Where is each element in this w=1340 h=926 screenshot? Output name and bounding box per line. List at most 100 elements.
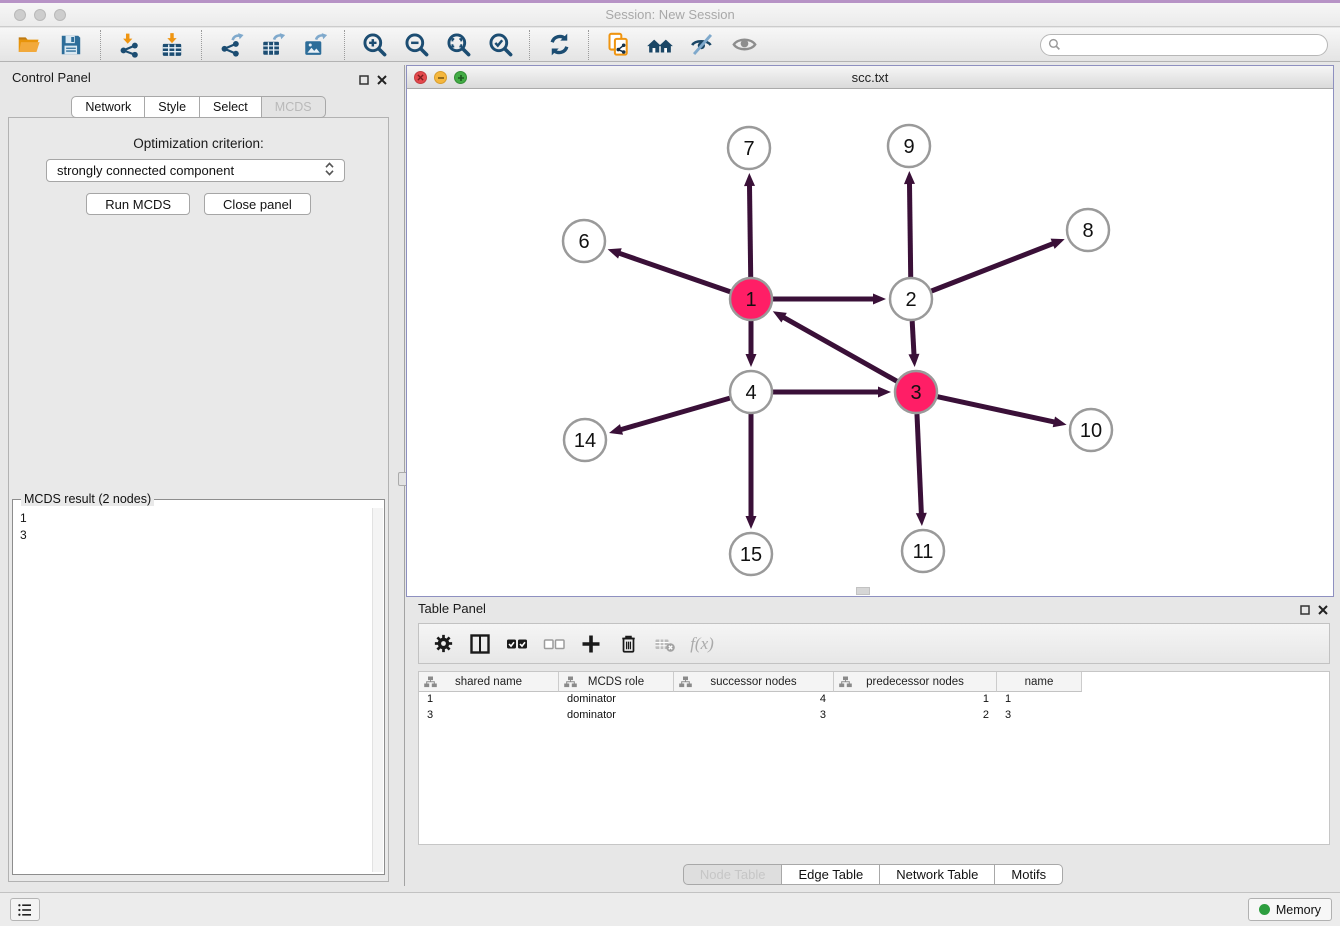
zoom-out-icon[interactable] bbox=[401, 30, 431, 60]
tab-node-table[interactable]: Node Table bbox=[683, 864, 783, 885]
graph-edge-1-7[interactable] bbox=[749, 184, 750, 277]
window-title: Session: New Session bbox=[0, 3, 1340, 27]
column-header-successor-nodes[interactable]: successor nodes bbox=[674, 672, 834, 692]
table-cell: dominator bbox=[559, 708, 674, 724]
table-cell: 3 bbox=[674, 708, 834, 724]
graph-node-14[interactable]: 14 bbox=[564, 419, 606, 461]
graph-node-2[interactable]: 2 bbox=[890, 278, 932, 320]
graph-node-10[interactable]: 10 bbox=[1070, 409, 1112, 451]
export-image-icon[interactable] bbox=[300, 30, 330, 60]
graph-edge-3-1[interactable] bbox=[782, 317, 896, 382]
tab-select[interactable]: Select bbox=[200, 96, 262, 118]
edge-arrowhead bbox=[908, 354, 919, 367]
svg-text:11: 11 bbox=[913, 541, 934, 563]
run-mcds-button[interactable]: Run MCDS bbox=[86, 193, 190, 215]
graph-node-7[interactable]: 7 bbox=[728, 127, 770, 169]
zoom-selected-icon[interactable] bbox=[485, 30, 515, 60]
graph-edge-2-8[interactable] bbox=[931, 243, 1054, 291]
window-titlebar[interactable]: Session: New Session bbox=[0, 0, 1340, 27]
close-panel-button[interactable]: Close panel bbox=[204, 193, 311, 215]
memory-button[interactable]: Memory bbox=[1248, 898, 1332, 921]
graph-node-15[interactable]: 15 bbox=[730, 533, 772, 575]
application-window: Session: New Session bbox=[0, 0, 1340, 926]
graph-edge-2-9[interactable] bbox=[909, 182, 910, 277]
tab-network[interactable]: Network bbox=[71, 96, 145, 118]
graph-edge-2-3[interactable] bbox=[912, 321, 914, 356]
mcds-result-lines: 13 bbox=[14, 508, 371, 872]
table-row[interactable]: 3dominator323 bbox=[419, 708, 1329, 724]
select-stepper-icon bbox=[325, 162, 334, 179]
import-network-icon[interactable] bbox=[115, 30, 145, 60]
deselect-all-icon[interactable] bbox=[540, 630, 568, 658]
tab-motifs[interactable]: Motifs bbox=[995, 864, 1063, 885]
save-session-icon[interactable] bbox=[56, 30, 86, 60]
float-panel-icon[interactable] bbox=[1300, 602, 1310, 620]
graph-node-8[interactable]: 8 bbox=[1067, 209, 1109, 251]
homes-icon[interactable] bbox=[645, 30, 675, 60]
column-header-predecessor-nodes[interactable]: predecessor nodes bbox=[834, 672, 997, 692]
tab-mcds[interactable]: MCDS bbox=[262, 96, 326, 118]
criterion-select[interactable]: strongly connected component bbox=[46, 159, 345, 182]
tab-network-table[interactable]: Network Table bbox=[880, 864, 995, 885]
graph-edge-4-14[interactable] bbox=[620, 398, 730, 430]
task-history-button[interactable] bbox=[10, 898, 40, 921]
column-header-MCDS-role[interactable]: MCDS role bbox=[559, 672, 674, 692]
search-box[interactable] bbox=[1040, 34, 1328, 56]
add-column-icon[interactable] bbox=[577, 630, 605, 658]
result-line: 3 bbox=[20, 527, 365, 544]
edge-arrowhead bbox=[746, 516, 757, 529]
show-columns-icon[interactable] bbox=[466, 630, 494, 658]
graph-node-6[interactable]: 6 bbox=[563, 220, 605, 262]
network-view-window[interactable]: scc.txt 1 2 3 4 6 7 8 9 10 11 14 15 bbox=[406, 65, 1334, 597]
tab-style[interactable]: Style bbox=[145, 96, 200, 118]
network-canvas[interactable]: 1 2 3 4 6 7 8 9 10 11 14 15 bbox=[407, 90, 1333, 596]
tab-edge-table[interactable]: Edge Table bbox=[782, 864, 880, 885]
graph-node-9[interactable]: 9 bbox=[888, 125, 930, 167]
svg-text:6: 6 bbox=[578, 231, 589, 253]
edge-arrowhead bbox=[746, 354, 757, 367]
hide-selected-eye-icon[interactable] bbox=[687, 30, 717, 60]
toolbar-separator bbox=[100, 30, 101, 60]
svg-text:2: 2 bbox=[905, 289, 916, 311]
column-header-shared-name[interactable]: shared name bbox=[419, 672, 559, 692]
optimization-criterion-label: Optimization criterion: bbox=[9, 136, 388, 151]
search-input[interactable] bbox=[1061, 38, 1320, 52]
table-cell: 3 bbox=[997, 708, 1082, 724]
graph-edge-3-11[interactable] bbox=[917, 414, 921, 515]
graph-node-1[interactable]: 1 bbox=[730, 278, 772, 320]
show-hidden-eye-icon[interactable] bbox=[729, 30, 759, 60]
canvas-resize-grip[interactable] bbox=[856, 587, 870, 595]
column-header-name[interactable]: name bbox=[997, 672, 1082, 692]
export-table-icon[interactable] bbox=[258, 30, 288, 60]
close-panel-icon[interactable] bbox=[1318, 602, 1328, 620]
delete-column-trash-icon[interactable] bbox=[614, 630, 642, 658]
zoom-in-icon[interactable] bbox=[359, 30, 389, 60]
graph-edge-1-6[interactable] bbox=[618, 253, 730, 292]
select-all-icon[interactable] bbox=[503, 630, 531, 658]
graph-edge-3-10[interactable] bbox=[937, 397, 1055, 423]
network-window-titlebar[interactable]: scc.txt bbox=[407, 66, 1333, 89]
float-panel-icon[interactable] bbox=[359, 72, 369, 90]
close-panel-icon[interactable] bbox=[377, 72, 387, 90]
table-row[interactable]: 1dominator411 bbox=[419, 692, 1329, 708]
import-table-icon[interactable] bbox=[157, 30, 187, 60]
mcds-panel: Optimization criterion: strongly connect… bbox=[8, 117, 389, 882]
function-builder-icon[interactable]: f(x) bbox=[688, 630, 716, 658]
open-file-icon[interactable] bbox=[14, 30, 44, 60]
table-cell: 4 bbox=[674, 692, 834, 708]
result-scrollbar[interactable] bbox=[372, 508, 383, 872]
export-network-icon[interactable] bbox=[216, 30, 246, 60]
table-settings-gear-icon[interactable] bbox=[429, 630, 457, 658]
destroy-table-icon[interactable] bbox=[651, 630, 679, 658]
table-panel-title: Table Panel bbox=[418, 601, 486, 616]
svg-text:14: 14 bbox=[574, 430, 596, 452]
graph-node-11[interactable]: 11 bbox=[902, 530, 944, 572]
edge-arrowhead bbox=[916, 513, 927, 526]
criterion-value: strongly connected component bbox=[57, 163, 234, 178]
duplicate-network-icon[interactable] bbox=[603, 30, 633, 60]
refresh-layout-icon[interactable] bbox=[544, 30, 574, 60]
graph-node-4[interactable]: 4 bbox=[730, 371, 772, 413]
zoom-fit-icon[interactable] bbox=[443, 30, 473, 60]
graph-node-3[interactable]: 3 bbox=[895, 371, 937, 413]
mcds-result-title: MCDS result (2 nodes) bbox=[21, 492, 154, 506]
